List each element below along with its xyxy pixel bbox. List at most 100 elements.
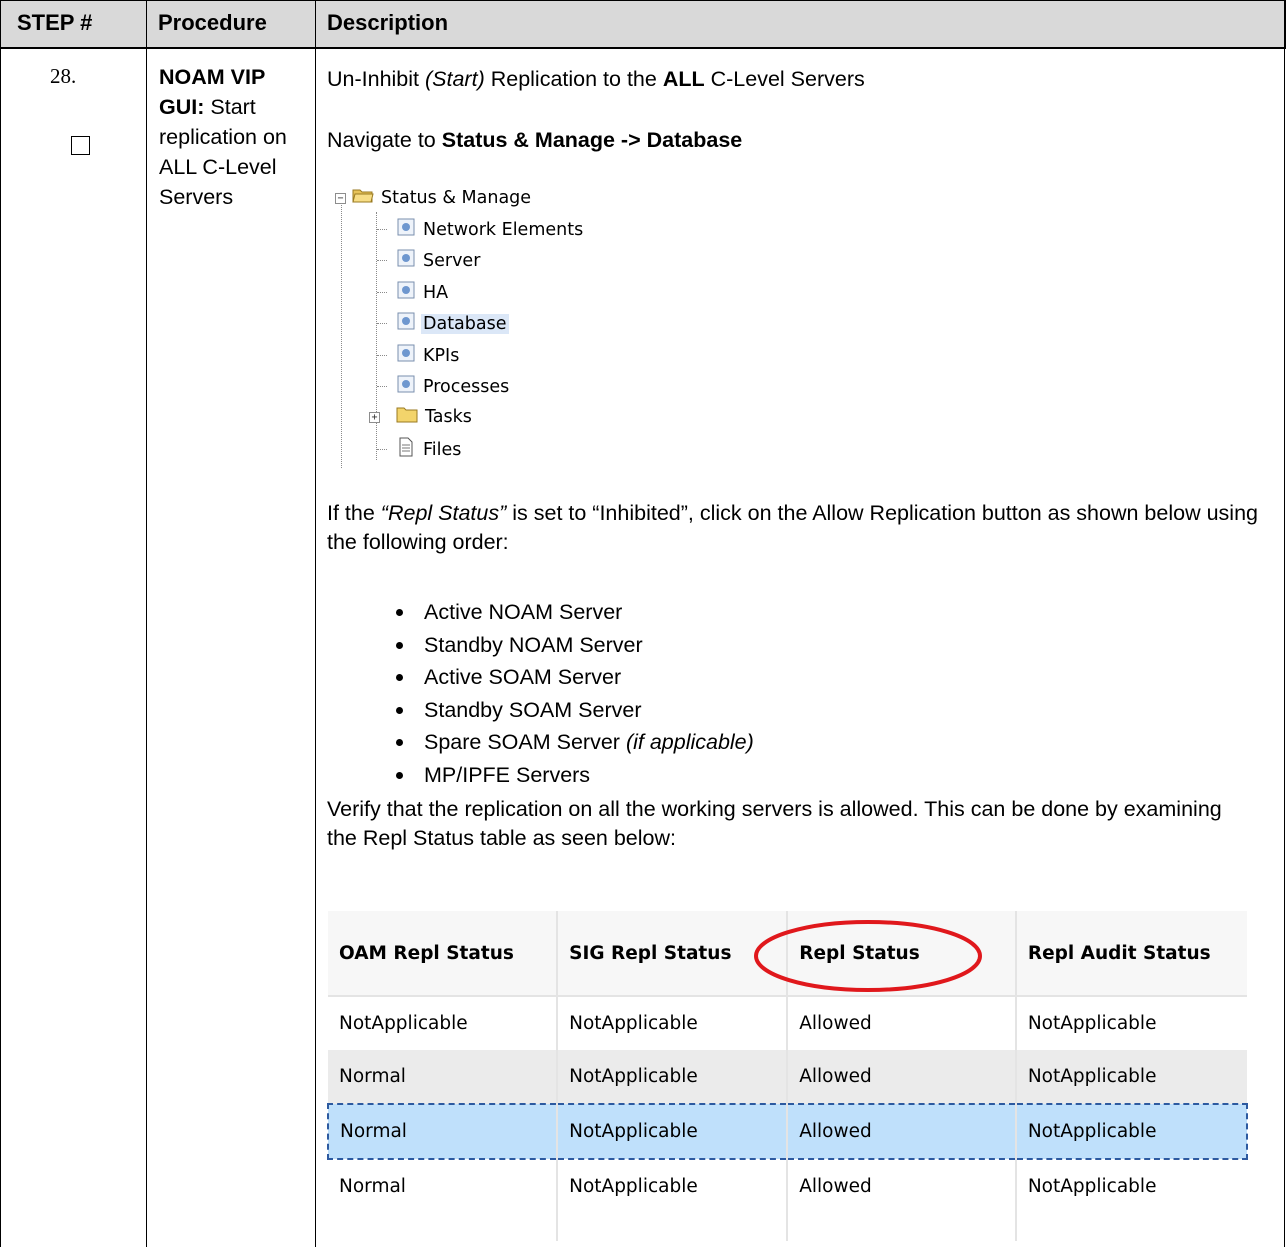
open-folder-icon <box>352 186 374 209</box>
table-row-selected[interactable]: Normal NotApplicable Allowed NotApplicab… <box>326 1103 1249 1160</box>
column-header[interactable]: SIG Repl Status <box>557 911 789 997</box>
table-cell: Allowed <box>787 1159 1017 1213</box>
table-cell: NotApplicable <box>1015 1103 1249 1160</box>
procedure-text: NOAM VIP GUI: Start replication on ALL C… <box>159 62 309 212</box>
expand-icon[interactable]: + <box>369 412 380 423</box>
procedure-table: STEP # Procedure Description 28. NOAM VI… <box>0 0 1286 1247</box>
list-item-text: Standby SOAM Server <box>424 697 642 722</box>
desc-italic: (Start) <box>425 67 485 91</box>
tree-branch <box>377 260 387 261</box>
tree-branch <box>377 355 387 356</box>
list-item: Standby NOAM Server <box>396 629 754 662</box>
tree-item-label: Network Elements <box>423 219 584 240</box>
table-cell: NotApplicable <box>557 1159 789 1213</box>
tree-item-server[interactable]: Server <box>396 248 482 273</box>
tree-item-processes[interactable]: Processes <box>396 374 511 399</box>
table-cell: Allowed <box>787 1050 1017 1104</box>
tree-item-label: Tasks <box>425 406 472 427</box>
tree-branch <box>377 323 387 324</box>
tree-item-files[interactable]: Files <box>396 437 463 462</box>
table-row-partial <box>328 1213 1247 1241</box>
navigate-instruction: Navigate to Status & Manage -> Database <box>327 124 1267 156</box>
table-cell: Normal <box>326 1103 559 1160</box>
list-item-italic: (if applicable) <box>625 730 754 754</box>
list-item: Active NOAM Server <box>396 596 754 629</box>
desc-text: Un-Inhibit <box>327 67 425 91</box>
table-border-left <box>0 0 1 1247</box>
list-item: Active SOAM Server <box>396 661 754 694</box>
tree-guide-line <box>341 205 342 468</box>
column-divider-1 <box>146 0 147 1247</box>
table-cell: Allowed <box>787 1103 1017 1160</box>
table-row[interactable]: Normal NotApplicable Allowed NotApplicab… <box>328 1159 1247 1213</box>
tree-item-kpis[interactable]: KPIs <box>396 343 461 368</box>
tree-branch <box>377 229 387 230</box>
table-header: OAM Repl Status SIG Repl Status Repl Sta… <box>328 911 1247 997</box>
column-divider-2 <box>315 0 316 1247</box>
tree-item-database[interactable]: Database <box>396 311 509 336</box>
column-header[interactable]: Repl Audit Status <box>1015 911 1247 997</box>
document-icon <box>396 437 416 462</box>
table-cell: NotApplicable <box>557 1103 789 1160</box>
folder-icon <box>396 405 418 428</box>
page-icon <box>396 248 416 273</box>
table-row[interactable]: Normal NotApplicable Allowed NotApplicab… <box>328 1050 1247 1104</box>
collapse-icon[interactable]: − <box>335 193 346 204</box>
header-step: STEP # <box>17 10 93 35</box>
description-line-1: Un-Inhibit (Start) Replication to the AL… <box>327 63 1267 95</box>
tree-guide-line <box>376 212 377 460</box>
tree-item-label: Processes <box>423 376 510 397</box>
desc-text: C-Level Servers <box>704 67 865 91</box>
list-item-text: Active NOAM Server <box>424 600 623 624</box>
tree-root[interactable]: Status & Manage <box>352 186 533 209</box>
tree-root-label: Status & Manage <box>381 187 532 208</box>
repl-status-table: OAM Repl Status SIG Repl Status Repl Sta… <box>326 911 1249 1241</box>
desc-text: Replication to the <box>484 67 663 91</box>
table-row[interactable]: NotApplicable NotApplicable Allowed NotA… <box>328 996 1247 1050</box>
step-number: 28. <box>50 64 77 88</box>
tree-item-label: Server <box>423 250 481 271</box>
table-cell: Normal <box>328 1050 559 1104</box>
tree-item-network-elements[interactable]: Network Elements <box>396 217 585 242</box>
step-checkbox[interactable] <box>71 136 90 155</box>
desc-text: If the <box>327 501 381 525</box>
table-cell <box>557 1213 789 1241</box>
list-item-text: Spare SOAM Server <box>424 730 626 754</box>
verify-instruction: Verify that the replication on all the w… <box>327 797 1222 850</box>
table-cell: NotApplicable <box>1015 1159 1247 1213</box>
inhibited-instruction: If the “Repl Status” is set to “Inhibite… <box>327 499 1262 557</box>
table-cell: NotApplicable <box>557 996 789 1050</box>
page-icon <box>396 217 416 242</box>
table-cell: NotApplicable <box>557 1050 789 1104</box>
header-divider <box>0 47 1286 48</box>
column-header[interactable]: Repl Status <box>787 911 1017 997</box>
tree-item-label: Database <box>421 313 509 334</box>
header-description: Description <box>327 10 449 35</box>
list-item: Spare SOAM Server (if applicable) <box>396 726 754 759</box>
tree-item-ha[interactable]: HA <box>396 280 450 305</box>
tree-branch <box>377 292 387 293</box>
list-item: Standby SOAM Server <box>396 694 754 727</box>
list-item: MP/IPFE Servers <box>396 759 754 792</box>
tree-branch <box>377 386 387 387</box>
desc-bold: ALL <box>662 67 705 91</box>
nav-path: Status & Manage -> Database <box>441 128 743 152</box>
table-cell: NotApplicable <box>1015 1050 1247 1104</box>
table-cell: NotApplicable <box>328 996 559 1050</box>
table-cell <box>787 1213 1017 1241</box>
tree-item-label: HA <box>423 282 449 303</box>
table-border-right <box>1284 0 1285 1247</box>
table-cell: Allowed <box>787 996 1017 1050</box>
table-cell <box>328 1213 559 1241</box>
page-icon <box>396 343 416 368</box>
page-icon <box>396 280 416 305</box>
list-item-text: Active SOAM Server <box>424 665 622 689</box>
tree-item-tasks[interactable]: Tasks <box>396 405 474 428</box>
table-cell <box>1015 1213 1247 1241</box>
column-header[interactable]: OAM Repl Status <box>328 911 559 997</box>
page-icon <box>396 311 416 336</box>
tree-item-label: Files <box>423 439 462 460</box>
desc-text: Navigate to <box>327 128 442 152</box>
server-order-list: Active NOAM Server Standby NOAM Server A… <box>396 596 754 791</box>
tree-item-label: KPIs <box>423 345 460 366</box>
